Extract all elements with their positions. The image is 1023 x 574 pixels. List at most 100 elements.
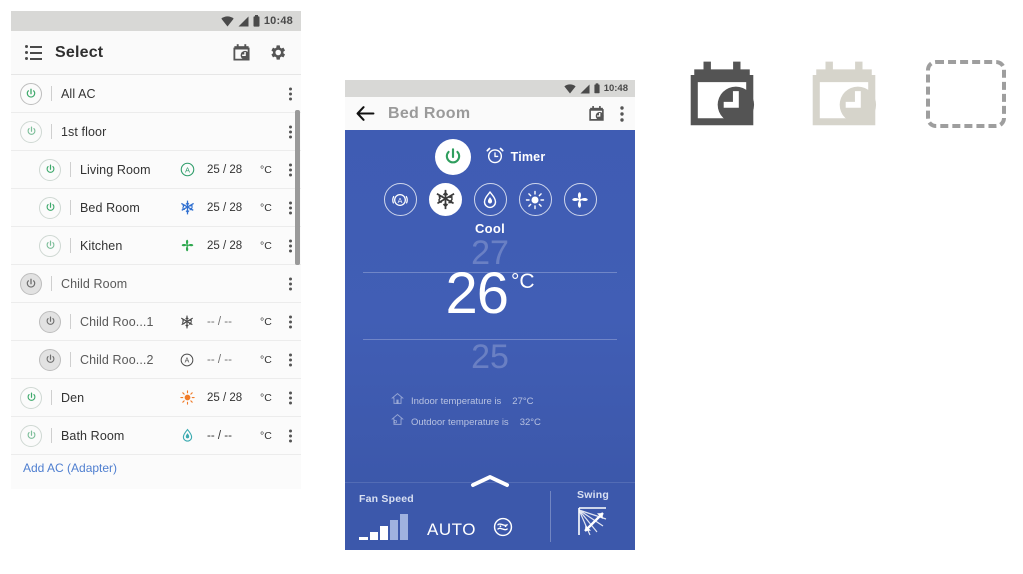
row-divider (51, 124, 52, 139)
svg-text:A: A (184, 165, 189, 174)
fan-face-icon[interactable] (492, 516, 514, 543)
device-list-panel: 10:48 Select Mode (11, 11, 301, 489)
list-item[interactable]: Child Roo...2 A -- / -- °C (11, 341, 301, 379)
alarm-clock-icon (485, 145, 505, 170)
device-name: 1st floor (61, 124, 107, 139)
row-divider (70, 200, 71, 215)
row-divider (51, 276, 52, 291)
list-item[interactable]: Child Room (11, 265, 301, 303)
list-item[interactable]: Bed Room 25 / 28 °C (11, 189, 301, 227)
row-divider (51, 86, 52, 101)
mode-fan-blade-icon (174, 238, 200, 253)
battery-icon (594, 83, 600, 94)
temp-unit: °C (260, 391, 272, 404)
power-toggle-icon[interactable] (39, 234, 61, 257)
temp-unit: °C (260, 163, 272, 176)
list-item[interactable]: Den 25 / 28 °C (11, 379, 301, 417)
timer-button[interactable]: Timer (485, 145, 546, 170)
temp-below-value[interactable]: 25 (345, 338, 635, 377)
list-scrollbar-thumb[interactable] (295, 110, 300, 265)
list-item[interactable]: Kitchen 25 / 28 °C (11, 227, 301, 265)
battery-icon (253, 15, 260, 27)
outdoor-temperature-label: Outdoor temperature is (411, 416, 509, 428)
gear-icon[interactable] (268, 43, 287, 62)
schedule-icon-active[interactable] (682, 55, 762, 133)
row-overflow-menu-icon[interactable] (289, 391, 292, 404)
swing-arrow-icon[interactable] (551, 506, 635, 538)
placeholder-box[interactable] (926, 55, 1006, 133)
power-toggle-icon[interactable] (39, 196, 61, 219)
row-overflow-menu-icon[interactable] (289, 87, 292, 100)
row-overflow-menu-icon[interactable] (289, 163, 292, 176)
schedule-calendar-clock-icon[interactable] (588, 105, 605, 122)
house-outdoor-icon (391, 413, 404, 431)
row-overflow-menu-icon[interactable] (289, 277, 292, 290)
phone-appbar: Bed Room (345, 97, 635, 130)
row-overflow-menu-icon[interactable] (289, 429, 292, 442)
row-overflow-menu-icon[interactable] (289, 315, 292, 328)
fan-speed-bars-icon[interactable] (359, 514, 411, 545)
power-toggle-icon[interactable] (20, 386, 42, 409)
power-toggle-icon[interactable] (39, 158, 61, 181)
mode-auto-a-icon: A (174, 353, 200, 367)
fan-auto-label[interactable]: AUTO (427, 520, 476, 540)
list-item[interactable]: Living Room A 25 / 28 °C (11, 151, 301, 189)
power-toggle-icon[interactable] (20, 120, 42, 143)
row-overflow-menu-icon[interactable] (289, 353, 292, 366)
row-overflow-menu-icon[interactable] (289, 201, 292, 214)
kebab-menu-icon[interactable] (620, 105, 624, 122)
mode-water-drop-icon (174, 428, 200, 443)
wifi-icon (221, 15, 234, 27)
list-menu-icon[interactable] (25, 45, 42, 60)
fan-speed-section: Fan Speed AUTO (345, 483, 550, 550)
left-appbar: Select (11, 31, 301, 75)
power-toggle-icon[interactable] (39, 310, 61, 333)
mode-sun-icon[interactable] (518, 183, 552, 216)
list-item[interactable]: Bath Room -- / -- °C (11, 417, 301, 455)
phone-power-button[interactable] (434, 139, 471, 175)
device-name: Child Roo...2 (80, 352, 154, 367)
power-toggle-icon[interactable] (20, 424, 42, 447)
mode-snowflake-icon (174, 315, 200, 329)
device-name: Den (61, 390, 85, 405)
device-name: Kitchen (80, 238, 123, 253)
left-status-time: 10:48 (263, 15, 293, 27)
power-timer-row: Timer (345, 130, 635, 175)
temp-unit: °C (260, 239, 272, 252)
row-overflow-menu-icon[interactable] (289, 239, 292, 252)
list-item[interactable]: Child Roo...1 -- / -- °C (11, 303, 301, 341)
row-divider (51, 428, 52, 443)
back-arrow-icon[interactable] (356, 106, 375, 121)
schedule-calendar-clock-icon[interactable] (232, 43, 251, 62)
fan-speed-label: Fan Speed (359, 493, 414, 505)
device-list: Mode Set / Room All AC 1st floor (11, 75, 301, 489)
row-divider (70, 314, 71, 329)
list-item[interactable]: 1st floor (11, 113, 301, 151)
temperature-picker[interactable]: 27 26 °C 25 (345, 234, 635, 386)
mode-selector: A (345, 183, 635, 216)
list-item[interactable]: All AC (11, 75, 301, 113)
power-toggle-icon[interactable] (39, 348, 61, 371)
phone-status-time: 10:48 (603, 83, 628, 94)
temp-unit: °C (260, 201, 272, 214)
row-divider (70, 352, 71, 367)
mode-water-drop-icon[interactable] (473, 183, 507, 216)
mode-fan-blade-icon[interactable] (563, 183, 597, 216)
row-divider (51, 390, 52, 405)
temp-unit: °C (260, 353, 272, 366)
row-divider (70, 162, 71, 177)
mode-auto-a-icon[interactable]: A (383, 183, 417, 216)
timer-label: Timer (510, 150, 546, 164)
temp-unit-label: °C (510, 270, 535, 293)
row-overflow-menu-icon[interactable] (289, 125, 292, 138)
indoor-temperature-label: Indoor temperature is (411, 395, 502, 407)
mode-auto-a-icon: A (174, 162, 200, 177)
phone-control-body: Timer A Cool 27 26 °C 25 Indoor temperat… (345, 130, 635, 550)
power-toggle-icon[interactable] (20, 272, 42, 295)
power-toggle-icon[interactable] (20, 82, 42, 105)
indoor-temperature-value: 27°C (512, 395, 534, 407)
svg-text:A: A (398, 197, 403, 205)
device-name: Child Room (61, 276, 128, 291)
add-ac-adapter-link[interactable]: Add AC (Adapter) (11, 455, 301, 475)
mode-snowflake-icon[interactable] (428, 183, 462, 216)
